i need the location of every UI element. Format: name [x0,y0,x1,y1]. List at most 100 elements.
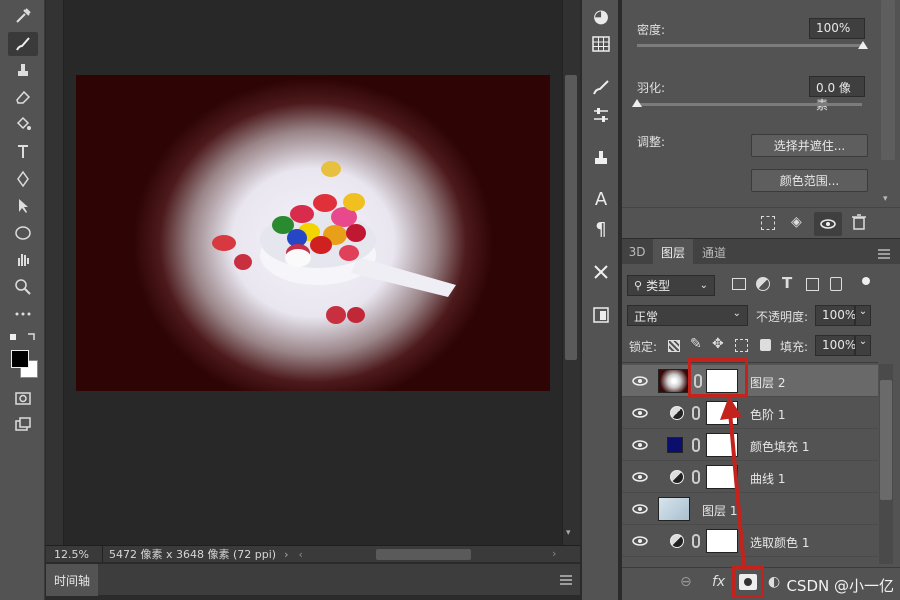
load-selection-icon[interactable] [761,216,775,230]
adjustment-layer-icon[interactable] [670,470,684,484]
swap-colors-icon[interactable] [10,332,38,344]
lock-all-icon[interactable] [760,339,771,351]
filter-pixel-icon[interactable] [732,278,746,290]
fx-button[interactable]: fx [712,574,725,590]
clone-stamp-tool-icon[interactable] [8,58,38,82]
density-field[interactable]: 100% [809,18,865,39]
link-icon[interactable] [692,438,700,452]
more-tools-icon[interactable] [8,302,38,326]
feather-slider[interactable] [637,103,862,106]
layer-thumbnail[interactable] [658,369,690,393]
layers-scrollbar[interactable] [879,364,893,564]
tab-layers[interactable]: 图层 [653,239,693,265]
layer-name[interactable]: 颜色填充 1 [750,438,809,455]
link-icon[interactable] [692,406,700,420]
right-panel: 密度: 100% 羽化: 0.0 像素 调整: 选择并遮住... 颜色范围...… [622,0,900,600]
select-and-mask-button[interactable]: 选择并遮住... [751,134,868,157]
apply-mask-icon[interactable]: ◈ [791,215,805,229]
lock-image-icon[interactable]: ✎ [690,336,702,352]
vertical-scrollbar-thumb[interactable] [565,75,577,360]
opacity-dropdown-icon[interactable]: ⌄ [855,305,871,326]
timeline-tab[interactable]: 时间轴 [46,564,98,596]
properties-scrollbar[interactable] [881,0,895,160]
zoom-level[interactable]: 12.5% [54,548,102,561]
fill-dropdown-icon[interactable]: ⌄ [855,335,871,356]
visibility-eye-icon[interactable] [632,376,648,386]
paragraph-panel-icon[interactable]: ¶ [590,218,612,240]
new-adjustment-icon[interactable]: ◐ [768,574,780,590]
character-panel-icon[interactable]: A [590,188,612,210]
visibility-eye-icon[interactable] [632,472,648,482]
adjustments-sliders-icon[interactable] [590,104,612,126]
adjustment-layer-icon[interactable] [670,534,684,548]
link-layers-icon[interactable]: ⊖ [680,574,692,590]
layers-scrollbar-thumb[interactable] [880,380,892,500]
filter-text-icon[interactable]: T [782,274,792,292]
visibility-eye-icon[interactable] [632,504,648,514]
delete-mask-icon[interactable] [852,214,866,230]
blend-mode-select[interactable]: 正常 ⌄ [627,305,748,326]
layer-name[interactable]: 图层 2 [750,374,785,391]
scroll-right-icon[interactable]: › [552,547,556,560]
brush-settings-icon[interactable] [590,76,612,98]
layer-filter-value: 类型 [646,279,671,293]
text-tool-icon[interactable] [8,140,38,164]
eyedropper-tool-icon[interactable] [8,4,38,28]
layer-filter-select[interactable]: ⚲ 类型 ⌄ [627,275,715,296]
layer-name[interactable]: 选取颜色 1 [750,534,809,551]
color-range-button[interactable]: 颜色范围... [751,169,868,192]
status-menu-arrow-icon[interactable]: › [284,548,288,561]
tab-channels[interactable]: 通道 [694,239,734,265]
screen-mode-icon[interactable] [8,413,38,437]
opacity-field[interactable]: 100% [815,305,856,326]
visibility-eye-icon[interactable] [632,408,648,418]
visibility-eye-icon[interactable] [632,440,648,450]
properties-scroll-down-icon[interactable]: ▾ [883,194,888,204]
layer-thumbnail[interactable] [658,497,690,521]
swatches-grid-icon[interactable] [590,33,612,55]
blend-mode-value: 正常 [634,310,659,324]
link-icon[interactable] [692,534,700,548]
filter-adjustment-icon[interactable] [756,277,770,291]
hand-tool-icon[interactable] [8,248,38,272]
scroll-left-icon[interactable]: ‹ [299,548,303,561]
properties-panel-icon[interactable] [590,304,612,326]
fill-field[interactable]: 100% [815,335,856,356]
layers-menu-icon[interactable] [878,248,890,259]
foreground-color-swatch[interactable] [11,350,29,368]
density-slider[interactable] [637,44,862,47]
feather-field[interactable]: 0.0 像素 [809,76,865,112]
density-slider-knob[interactable] [858,41,868,49]
filter-toggle-icon[interactable] [862,277,870,285]
visibility-eye-icon[interactable] [632,536,648,546]
panel-menu-icon[interactable] [560,574,572,585]
filter-smart-object-icon[interactable] [830,277,842,291]
lock-position-icon[interactable]: ✥ [712,336,724,352]
link-icon[interactable] [692,470,700,484]
lock-transparent-icon[interactable] [668,340,680,352]
horizontal-scrollbar-thumb[interactable] [376,549,471,560]
eraser-tool-icon[interactable] [8,85,38,109]
document-image[interactable] [76,75,550,391]
tool-presets-icon[interactable] [590,261,612,283]
feather-slider-knob[interactable] [632,99,642,107]
zoom-tool-icon[interactable] [8,275,38,299]
ellipse-tool-icon[interactable] [8,221,38,245]
search-icon: ⚲ [634,279,643,292]
toggle-mask-visibility-icon[interactable] [814,212,842,236]
color-fill-swatch[interactable] [667,437,683,453]
clone-source-icon[interactable] [590,146,612,168]
filter-shape-icon[interactable] [806,278,819,291]
pen-tool-icon[interactable] [8,167,38,191]
tab-3d[interactable]: 3D [622,239,652,265]
scroll-down-icon[interactable]: ▾ [566,528,571,538]
feather-label: 羽化: [637,81,666,95]
lock-artboard-icon[interactable] [735,339,748,352]
color-palette-icon[interactable]: ◕ [590,5,612,27]
move-arrow-tool-icon[interactable] [8,194,38,218]
quick-mask-icon[interactable] [8,386,38,410]
paint-bucket-tool-icon[interactable] [8,112,38,136]
adjustment-layer-icon[interactable] [670,406,684,420]
brush-tool-icon[interactable] [8,32,38,56]
properties-panel: 密度: 100% 羽化: 0.0 像素 调整: 选择并遮住... 颜色范围...… [622,0,900,238]
